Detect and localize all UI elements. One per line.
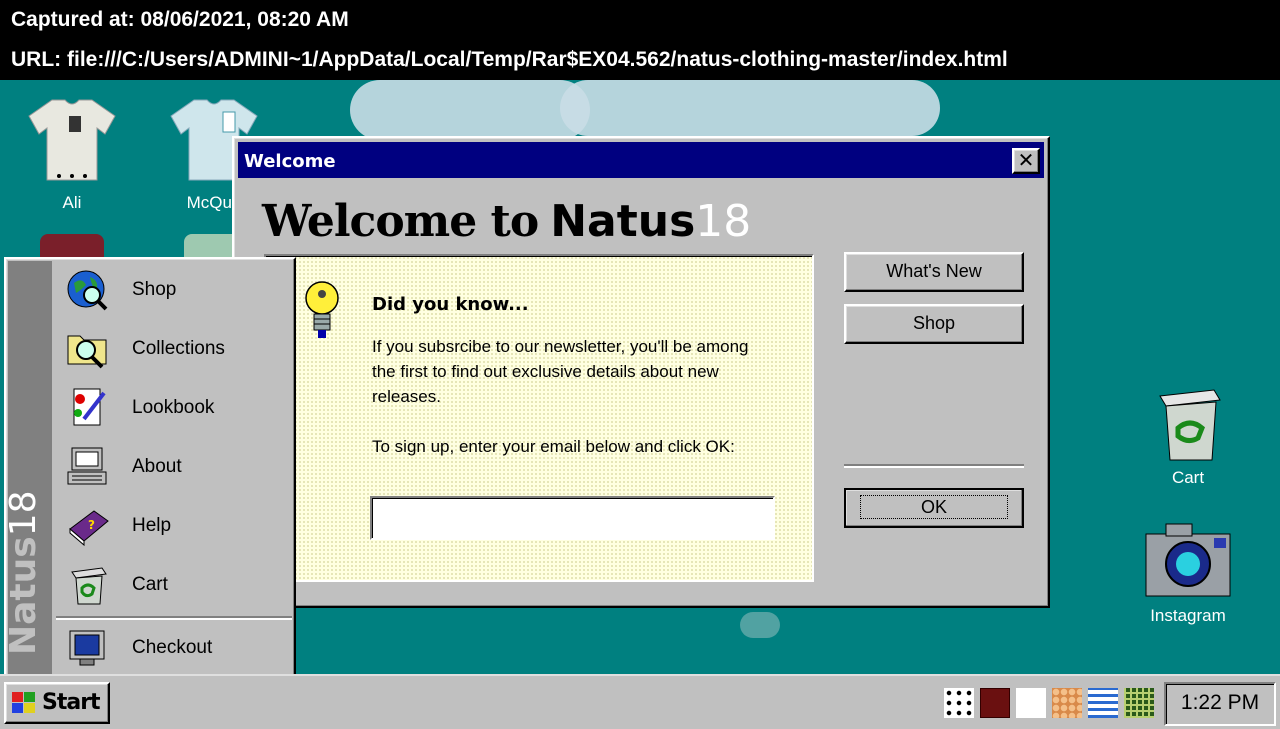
windows-logo-icon: [12, 692, 35, 713]
globe-search-icon: [67, 270, 108, 311]
menu-item-label: Cart: [132, 574, 168, 595]
desktop-icon-instagram[interactable]: Instagram: [1138, 520, 1238, 626]
ok-button-label: OK: [859, 495, 1008, 519]
taskbar: Start 1:22 PM: [0, 674, 1280, 729]
qr-icon[interactable]: [1016, 688, 1046, 718]
divider: [844, 464, 1024, 468]
start-menu-brand: Natus18: [8, 490, 44, 656]
folder-search-icon: [67, 335, 107, 369]
grid-icon[interactable]: [1124, 688, 1154, 718]
start-menu-item-about[interactable]: About: [56, 438, 294, 496]
list-icon[interactable]: [1088, 688, 1118, 718]
heading-brand: Natus: [550, 196, 696, 247]
heading-prefix: Welcome to: [262, 196, 539, 247]
shop-button[interactable]: Shop: [844, 304, 1024, 344]
wallpaper-cloud: [350, 80, 590, 140]
tip-panel: Did you know... If you subsrcibe to our …: [264, 254, 814, 582]
close-icon: ✕: [1017, 148, 1035, 172]
monitor-icon: [69, 630, 105, 666]
help-book-icon: ?: [69, 510, 109, 547]
start-button[interactable]: Start: [4, 682, 110, 724]
svg-text:?: ?: [88, 518, 95, 532]
menu-item-label: Checkout: [132, 637, 213, 658]
capture-url: URL: file:///C:/Users/ADMINI~1/AppData/L…: [11, 48, 1008, 71]
tshirt-icon: [28, 99, 116, 181]
recycle-bin-icon: [71, 567, 107, 605]
dark-tile-icon[interactable]: [980, 688, 1010, 718]
window-titlebar[interactable]: Welcome ✕: [238, 142, 1044, 178]
desktop-icon-ali[interactable]: Ali: [22, 94, 122, 213]
window-title: Welcome: [244, 151, 336, 172]
menu-item-label: Help: [132, 515, 172, 536]
whats-new-button[interactable]: What's New: [844, 252, 1024, 292]
desktop-icon-label: Ali: [62, 193, 82, 212]
start-menu-brand-strip: Natus18: [8, 261, 52, 675]
heading-brand-number: 18: [695, 196, 752, 247]
paint-document-icon: [73, 388, 106, 426]
start-menu-item-collections[interactable]: Collections: [56, 320, 294, 378]
start-menu-item-checkout[interactable]: Checkout: [56, 619, 294, 677]
taskbar-clock: 1:22 PM: [1164, 682, 1276, 726]
menu-item-label: Shop: [132, 279, 177, 300]
recycle-bin-icon: [1159, 389, 1221, 461]
start-menu-item-help[interactable]: ? Help: [56, 497, 294, 555]
capture-timestamp: Captured at: 08/06/2021, 08:20 AM: [11, 8, 349, 31]
start-menu-item-shop[interactable]: Shop: [56, 261, 294, 319]
menu-item-label: Lookbook: [132, 397, 215, 418]
wallpaper-cloud: [560, 80, 940, 136]
welcome-heading: Welcome to Natus18: [262, 196, 751, 247]
start-menu: Natus18 Shop Collections Lookbook About …: [4, 257, 296, 679]
desktop-icon-label: Cart: [1171, 468, 1205, 487]
tip-paragraph: If you subsrcibe to our newsletter, you'…: [372, 337, 749, 406]
start-menu-item-cart[interactable]: Cart: [56, 556, 294, 614]
menu-item-label: About: [132, 456, 182, 477]
tip-paragraph: To sign up, enter your email below and c…: [372, 437, 735, 456]
menu-item-label: Collections: [132, 338, 225, 359]
dice-icon[interactable]: [944, 688, 974, 718]
start-menu-item-lookbook[interactable]: Lookbook: [56, 379, 294, 437]
computer-info-icon: [67, 447, 107, 485]
camera-icon: [1145, 523, 1231, 597]
ok-button[interactable]: OK: [844, 488, 1024, 528]
lightbulb-icon: [305, 281, 339, 338]
wallpaper-cloud: [740, 612, 780, 638]
pattern-icon[interactable]: [1052, 688, 1082, 718]
capture-info-bar: Captured at: 08/06/2021, 08:20 AM URL: f…: [0, 0, 1280, 80]
email-input[interactable]: [370, 496, 775, 540]
welcome-window: Welcome ✕ Welcome to Natus18 Did you know…: [232, 136, 1050, 608]
start-button-label: Start: [42, 690, 101, 715]
desktop-icon-label: Instagram: [1150, 606, 1226, 625]
close-button[interactable]: ✕: [1012, 148, 1040, 174]
tip-title: Did you know...: [372, 294, 529, 315]
desktop-icon-cart[interactable]: Cart: [1138, 384, 1238, 488]
